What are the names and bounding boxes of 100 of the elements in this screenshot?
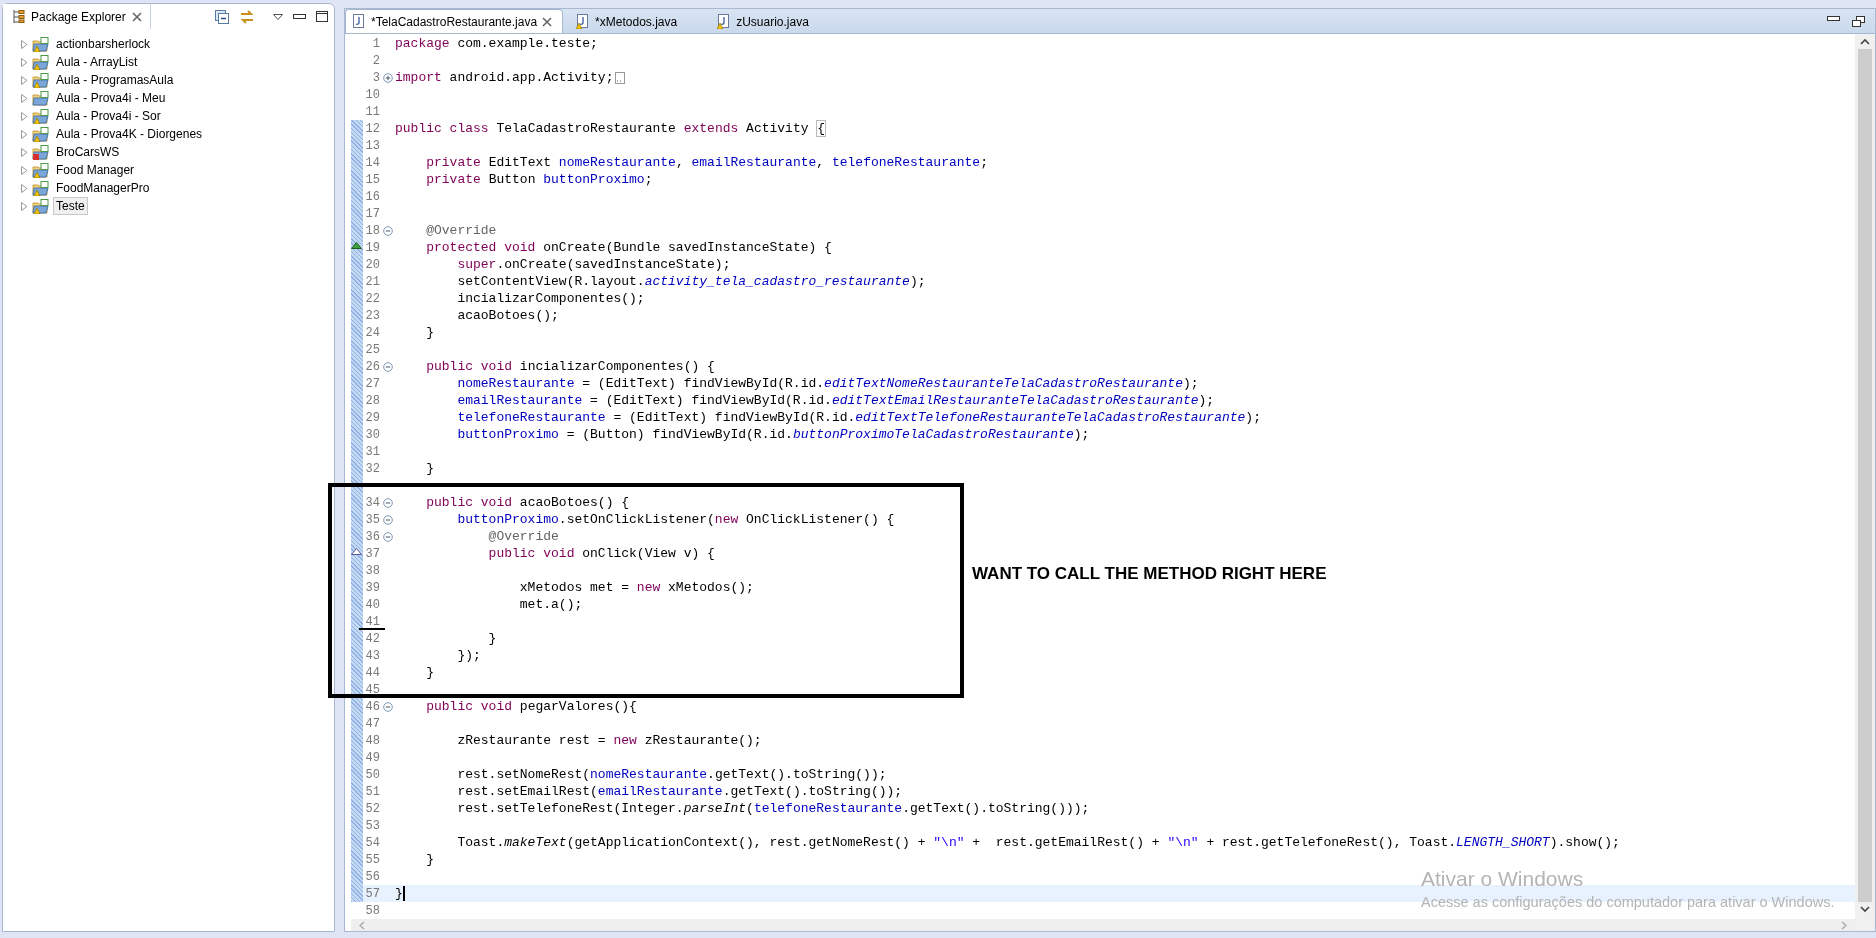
expand-arrow-icon[interactable] (21, 147, 28, 157)
line-number: 50 (364, 767, 380, 782)
line-number: 38 (364, 563, 380, 578)
line-number: 42 (364, 631, 380, 646)
project-item[interactable]: FoodManagerPro (53, 179, 153, 197)
code-line: met.a(); (518, 596, 583, 613)
expand-arrow-icon[interactable] (21, 57, 28, 67)
line-number: 56 (364, 869, 380, 884)
project-folder-icon (32, 198, 49, 214)
code-line: rest.setTelefoneRest(Integer.parseInt(telefoneRestaurante.getText().toString())); (456, 800, 1090, 817)
project-folder-icon (32, 72, 49, 88)
line-number: 57 (364, 886, 380, 901)
collapse-icon[interactable] (382, 514, 393, 525)
line-number: 14 (364, 155, 380, 170)
line-number: 53 (364, 818, 380, 833)
scrollbar-thumb[interactable] (1858, 49, 1872, 902)
project-item[interactable]: BroCarsWS (53, 143, 123, 161)
minimize-icon[interactable] (293, 13, 306, 20)
line-number: 2 (371, 53, 380, 68)
collapse-icon[interactable] (382, 531, 393, 542)
code-line: buttonProximo = (Button) findViewById(R.id.buttonProximoTelaCadastroRestaurante); (456, 426, 1090, 443)
restore-icon[interactable] (1852, 15, 1865, 27)
editor-tab[interactable]: *TelaCadastroRestaurante.java (345, 9, 564, 33)
scroll-left-icon[interactable] (359, 920, 365, 930)
line-number: 35 (364, 512, 380, 527)
annotation-text: WANT TO CALL THE METHOD RIGHT HERE (972, 564, 1327, 584)
code-line: Toast.makeText(getApplicationContext(), rest.getNomeRest() + "\n" + rest.getEmailRest() + "\n" + rest.getTelefoneRest(), Toast.LENGTH_SHORT).show(); (456, 834, 1620, 851)
scroll-down-icon[interactable] (1860, 906, 1870, 913)
line-number: 19 (364, 240, 380, 255)
deletion-marker-icon (359, 628, 385, 630)
project-item[interactable]: Food Manager (53, 161, 138, 179)
code-line: } (425, 324, 434, 341)
collapse-icon[interactable] (382, 225, 393, 236)
code-line: rest.setNomeRest(nomeRestaurante.getText().toString()); (456, 766, 887, 783)
close-icon[interactable] (542, 16, 553, 27)
line-number: 12 (364, 121, 380, 136)
line-number: 22 (364, 291, 380, 306)
code-line: package com.example.teste; (395, 35, 598, 52)
project-item[interactable]: Aula - ProgramasAula (53, 71, 177, 89)
view-tab[interactable]: Package Explorer (3, 4, 151, 29)
code-line: public void onClick(View v) { (487, 545, 715, 562)
view-menu-icon[interactable] (273, 13, 283, 20)
expand-arrow-icon[interactable] (21, 111, 28, 121)
expand-arrow-icon[interactable] (21, 129, 28, 139)
scroll-right-icon[interactable] (1841, 920, 1847, 930)
editor-tab[interactable]: zUsuario.java (710, 9, 820, 33)
maximize-icon[interactable] (316, 11, 328, 22)
line-number: 28 (364, 393, 380, 408)
line-number: 39 (364, 580, 380, 595)
code-line: acaoBotoes(); (456, 307, 559, 324)
scroll-up-icon[interactable] (1860, 38, 1870, 45)
horizontal-scrollbar[interactable] (351, 919, 1855, 931)
vertical-scrollbar[interactable] (1855, 34, 1875, 931)
line-number: 49 (364, 750, 380, 765)
collapse-icon[interactable] (382, 361, 393, 372)
java-file-icon (352, 14, 366, 29)
expand-arrow-icon[interactable] (21, 165, 28, 175)
code-line: emailRestaurante = (EditText) findViewById(R.id.editTextEmailRestauranteTelaCadastroRestaurante); (456, 392, 1215, 409)
expand-arrow-icon[interactable] (21, 93, 28, 103)
collapse-icon[interactable] (382, 497, 393, 508)
project-item[interactable]: actionbarsherlock (53, 35, 154, 53)
project-item[interactable]: Aula - ArrayList (53, 53, 141, 71)
line-number: 3 (371, 70, 380, 85)
line-number: 27 (364, 376, 380, 391)
project-item[interactable]: Aula - Prova4K - Diorgenes (53, 125, 206, 143)
code-line: public void incializarComponentes() { (425, 358, 715, 375)
collapse-icon[interactable] (382, 701, 393, 712)
project-folder-icon (32, 54, 49, 70)
line-number: 16 (364, 189, 380, 204)
text-cursor (402, 886, 405, 901)
minimize-icon[interactable] (1827, 15, 1840, 22)
expand-arrow-icon[interactable] (21, 201, 28, 211)
expand-arrow-icon[interactable] (21, 39, 28, 49)
close-icon[interactable] (131, 11, 142, 22)
code-line: @Override (487, 528, 559, 545)
code-line: } (487, 630, 497, 647)
project-item[interactable]: Aula - Prova4i - Sor (53, 107, 164, 125)
project-item[interactable]: Teste (53, 197, 88, 215)
code-line: super.onCreate(savedInstanceState); (456, 256, 731, 273)
expand-arrow-icon[interactable] (21, 75, 28, 85)
expand-icon[interactable] (382, 72, 393, 83)
code-line: public void pegarValores(){ (425, 698, 637, 715)
editor-tab[interactable]: *xMetodos.java (569, 9, 689, 33)
code-line: protected void onCreate(Bundle savedInstanceState) { (425, 239, 832, 256)
link-arrows-icon[interactable] (239, 9, 255, 24)
code-line: } (425, 851, 434, 868)
project-folder-icon (32, 90, 49, 106)
expand-arrow-icon[interactable] (21, 183, 28, 193)
java-file-icon (717, 14, 732, 29)
line-number: 40 (364, 597, 380, 612)
line-number: 36 (364, 529, 380, 544)
line-number: 23 (364, 308, 380, 323)
collapse-all-icon[interactable] (215, 9, 229, 24)
folded-code-icon[interactable] (615, 71, 626, 84)
line-number: 20 (364, 257, 380, 272)
code-line: private Button buttonProximo; (425, 171, 653, 188)
line-number: 41 (364, 614, 380, 629)
activation-title: Ativar o Windows (1421, 866, 1585, 892)
project-folder-icon (32, 180, 49, 196)
project-item[interactable]: Aula - Prova4i - Meu (53, 89, 169, 107)
